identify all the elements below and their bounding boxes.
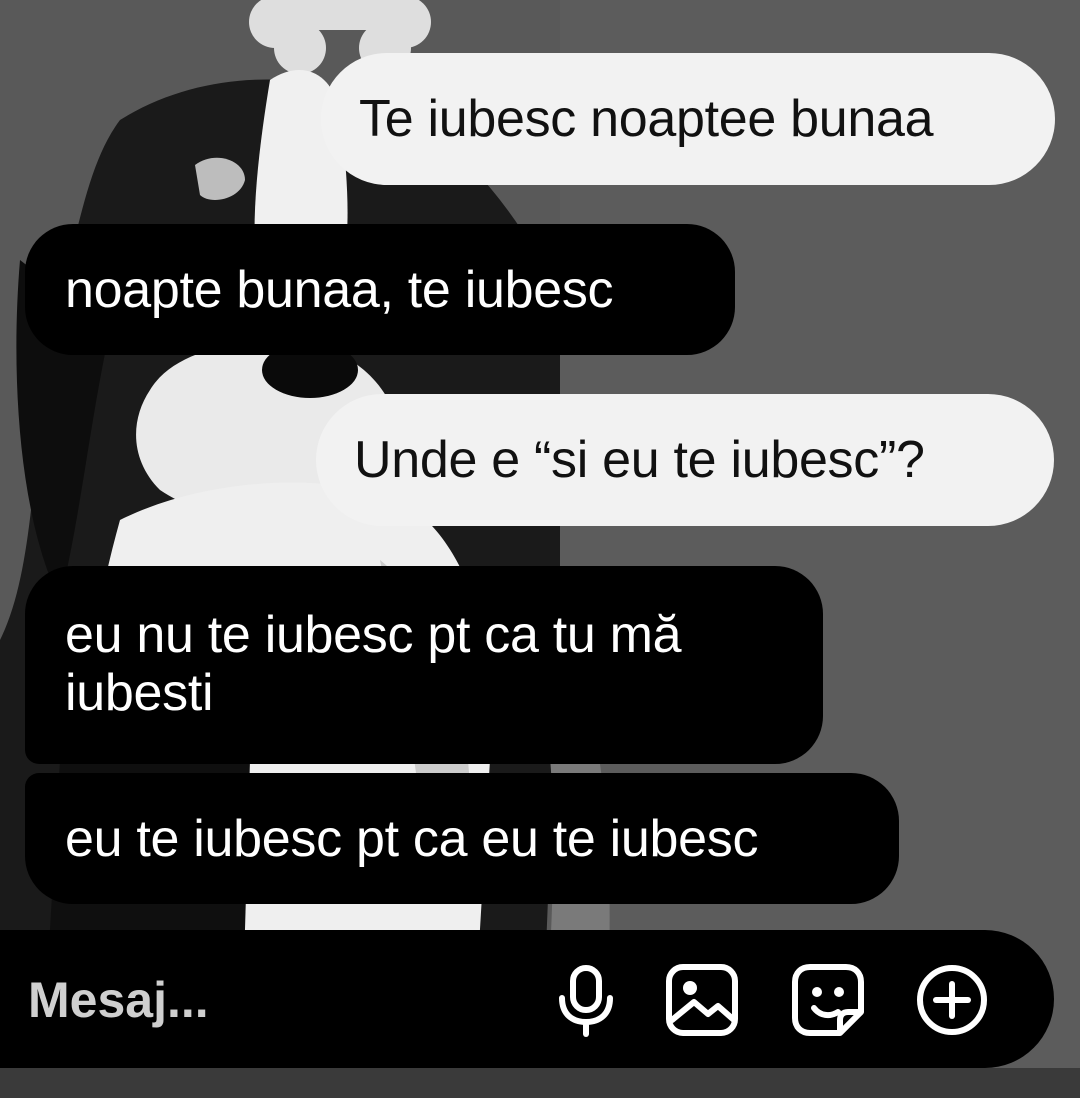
plus-icon[interactable] — [914, 962, 990, 1038]
chat-screen: Te iubesc noaptee bunaa noapte bunaa, te… — [0, 0, 1080, 1098]
incoming-message[interactable]: eu te iubesc pt ca eu te iubesc — [25, 773, 899, 904]
microphone-icon[interactable] — [548, 962, 624, 1038]
outgoing-message[interactable]: Unde e “si eu te iubesc”? — [316, 394, 1054, 526]
incoming-message[interactable]: eu nu te iubesc pt ca tu mă iubesti — [25, 566, 823, 764]
outgoing-message[interactable]: Te iubesc noaptee bunaa — [321, 53, 1055, 185]
sticker-icon[interactable] — [790, 962, 866, 1038]
incoming-message[interactable]: noapte bunaa, te iubesc — [25, 224, 735, 355]
message-input[interactable] — [28, 970, 508, 1030]
gallery-icon[interactable] — [664, 962, 740, 1038]
message-composer — [0, 930, 1054, 1068]
home-indicator-area — [0, 1068, 1080, 1098]
